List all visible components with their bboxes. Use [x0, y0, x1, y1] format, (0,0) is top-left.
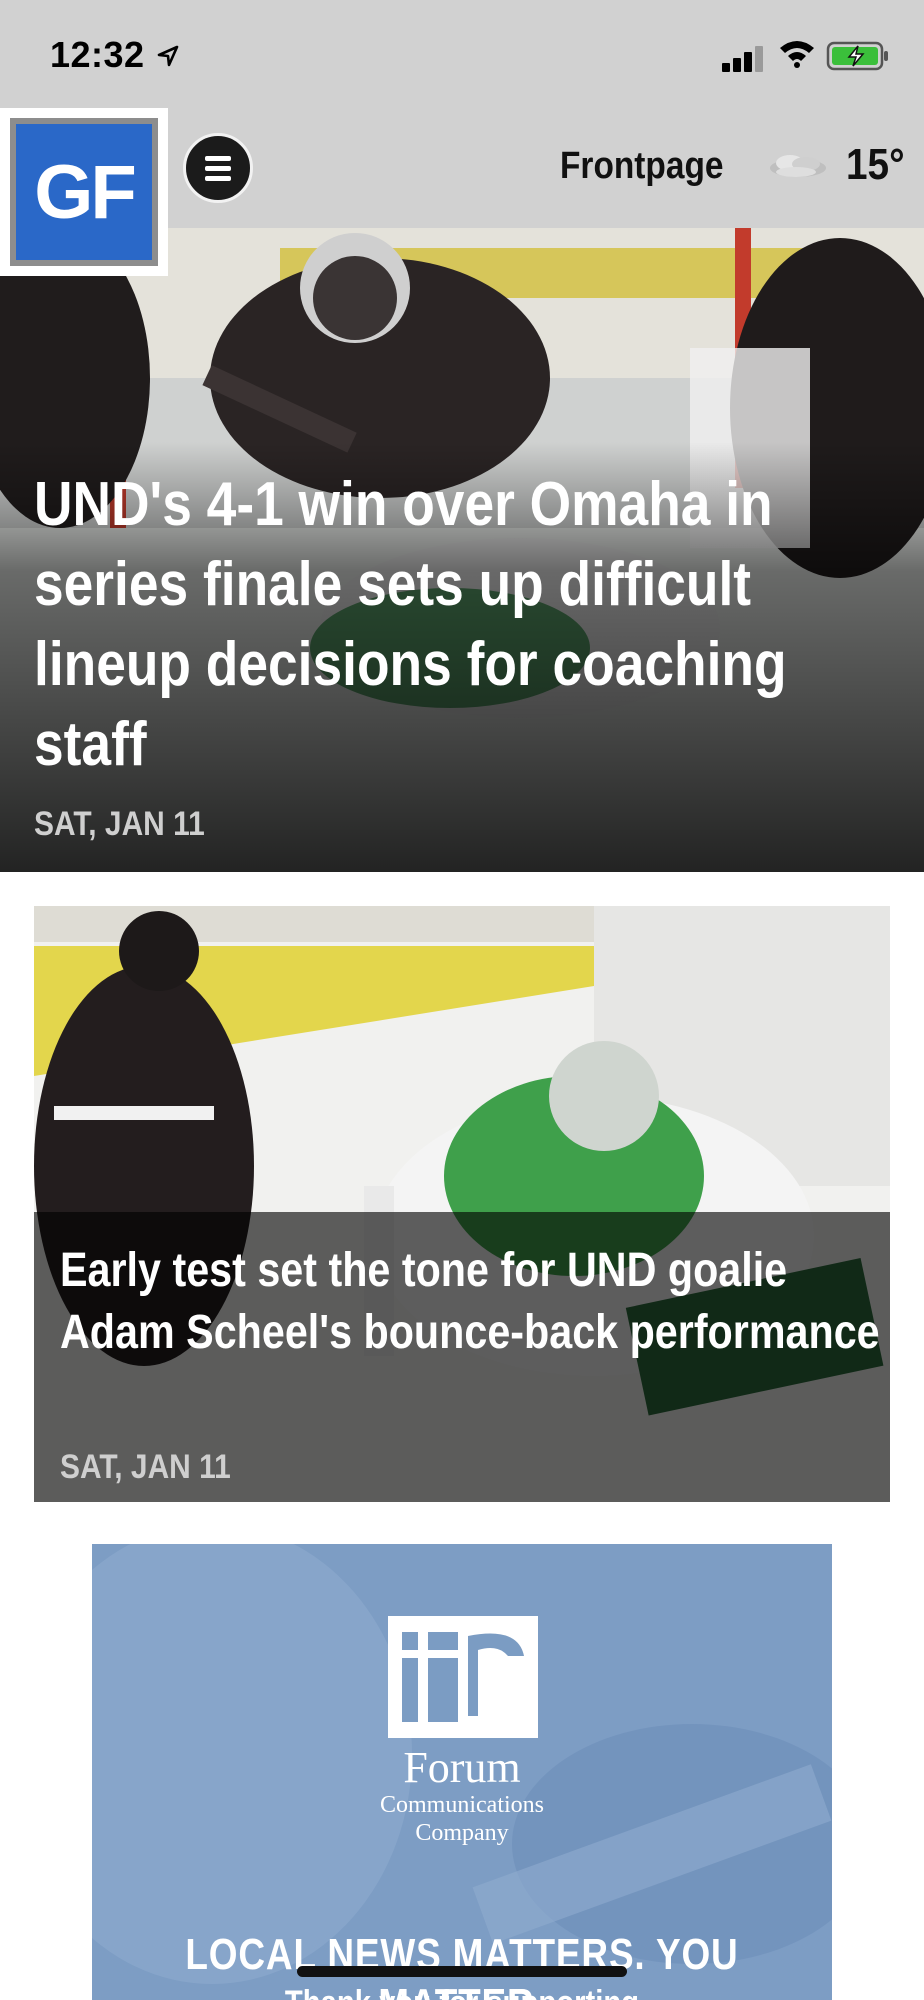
- ad-brand-line: Company: [415, 1820, 509, 1846]
- home-indicator[interactable]: [297, 1966, 627, 1977]
- ad-subtext: Thank you for supporting: [144, 1984, 780, 2000]
- menu-button[interactable]: [183, 133, 253, 203]
- location-arrow-icon: [157, 45, 179, 67]
- temperature: 15°: [846, 140, 905, 189]
- status-time: 12:32: [50, 34, 145, 75]
- story-date: SAT, JAN 11: [60, 1448, 231, 1486]
- logo[interactable]: GF: [0, 108, 168, 276]
- story-headline[interactable]: UND's 4-1 win over Omaha in series final…: [34, 465, 894, 785]
- cloudy-icon: [770, 155, 826, 177]
- cellular-signal-icon: [722, 44, 766, 72]
- forum-logo-icon: [388, 1616, 538, 1738]
- battery-charging-icon: [826, 41, 888, 71]
- ad-brand-name: Forum: [403, 1743, 521, 1792]
- hero-story[interactable]: UND's 4-1 win over Omaha in series final…: [0, 228, 924, 872]
- hamburger-icon: [205, 155, 231, 161]
- story-date: SAT, JAN 11: [34, 805, 205, 843]
- wifi-icon: [780, 41, 814, 68]
- advertisement-banner[interactable]: Forum Communications Company LOCAL NEWS …: [92, 1544, 832, 2000]
- story-card[interactable]: Early test set the tone for UND goalie A…: [34, 906, 890, 1502]
- story-headline[interactable]: Early test set the tone for UND goalie A…: [60, 1240, 886, 1364]
- logo-text: GF: [34, 149, 137, 235]
- ad-brand-line: Communications: [380, 1792, 544, 1818]
- section-title[interactable]: Frontpage: [560, 145, 723, 188]
